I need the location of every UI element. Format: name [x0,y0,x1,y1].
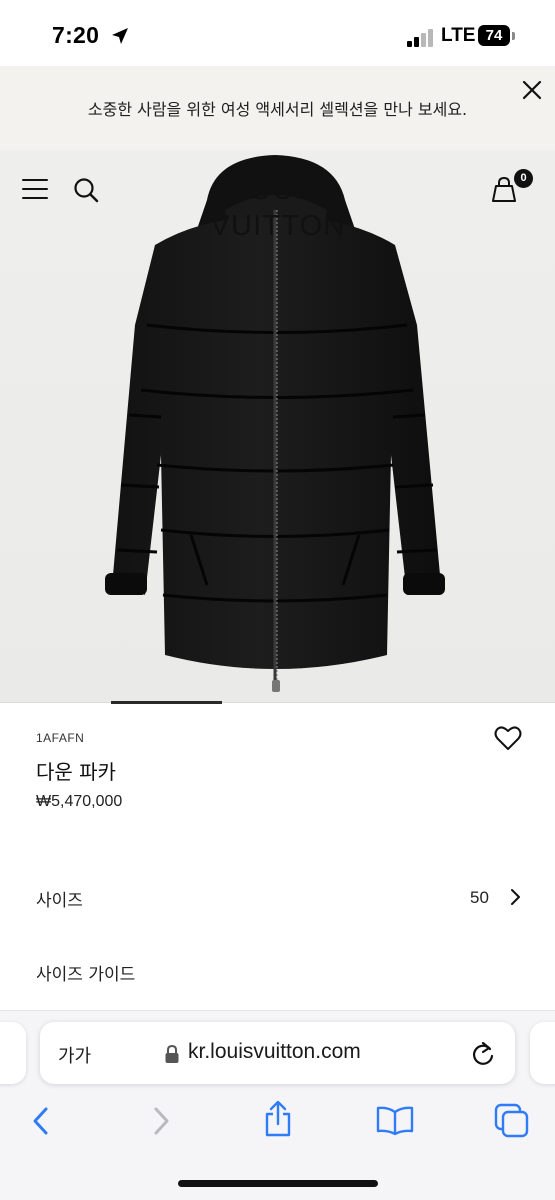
heart-icon[interactable] [494,725,522,751]
network-type: LTE [441,25,476,46]
cellular-signal-icon [407,29,433,47]
carousel-track [0,702,555,703]
size-selector[interactable]: 사이즈 50 [0,872,555,924]
promo-text[interactable]: 소중한 사람을 위한 여성 액세서리 셀렉션을 만나 보세요. [0,96,555,120]
promo-banner[interactable]: 소중한 사람을 위한 여성 액세서리 셀렉션을 만나 보세요. [0,66,555,150]
search-icon[interactable] [73,177,99,203]
size-label: 사이즈 [36,891,83,911]
tabs-icon[interactable] [494,1103,530,1139]
share-icon[interactable] [262,1100,294,1138]
status-bar: 7:20 LTE 74 [0,0,555,66]
bookmarks-icon[interactable] [376,1106,414,1136]
brand-logo[interactable]: LOUIS VUITTON [166,172,390,242]
size-value: 50 [470,888,489,907]
battery-level: 74 [478,25,510,46]
battery-tip [512,32,515,40]
previous-tab-preview[interactable] [0,1022,26,1084]
chevron-right-icon [511,889,520,905]
cart-count-badge: 0 [514,169,533,188]
forward-icon[interactable] [148,1104,174,1138]
lock-icon [165,1044,179,1063]
home-indicator [178,1180,378,1187]
product-code: 1AFAFN [36,731,85,745]
size-guide-link[interactable]: 사이즈 가이드 [36,960,135,985]
location-arrow-icon [112,28,128,44]
menu-icon[interactable] [22,178,48,200]
close-icon[interactable] [520,78,544,102]
reload-icon[interactable] [470,1040,496,1068]
status-time: 7:20 [52,22,100,48]
product-price: ₩5,470,000 [36,793,123,810]
text-size-button[interactable]: 가가 [58,1042,91,1068]
carousel-indicator [111,701,222,704]
next-tab-preview[interactable] [530,1022,555,1084]
url-text[interactable]: kr.louisvuitton.com [188,1040,361,1064]
product-name: 다운 파카 [36,760,116,784]
back-icon[interactable] [28,1104,54,1138]
